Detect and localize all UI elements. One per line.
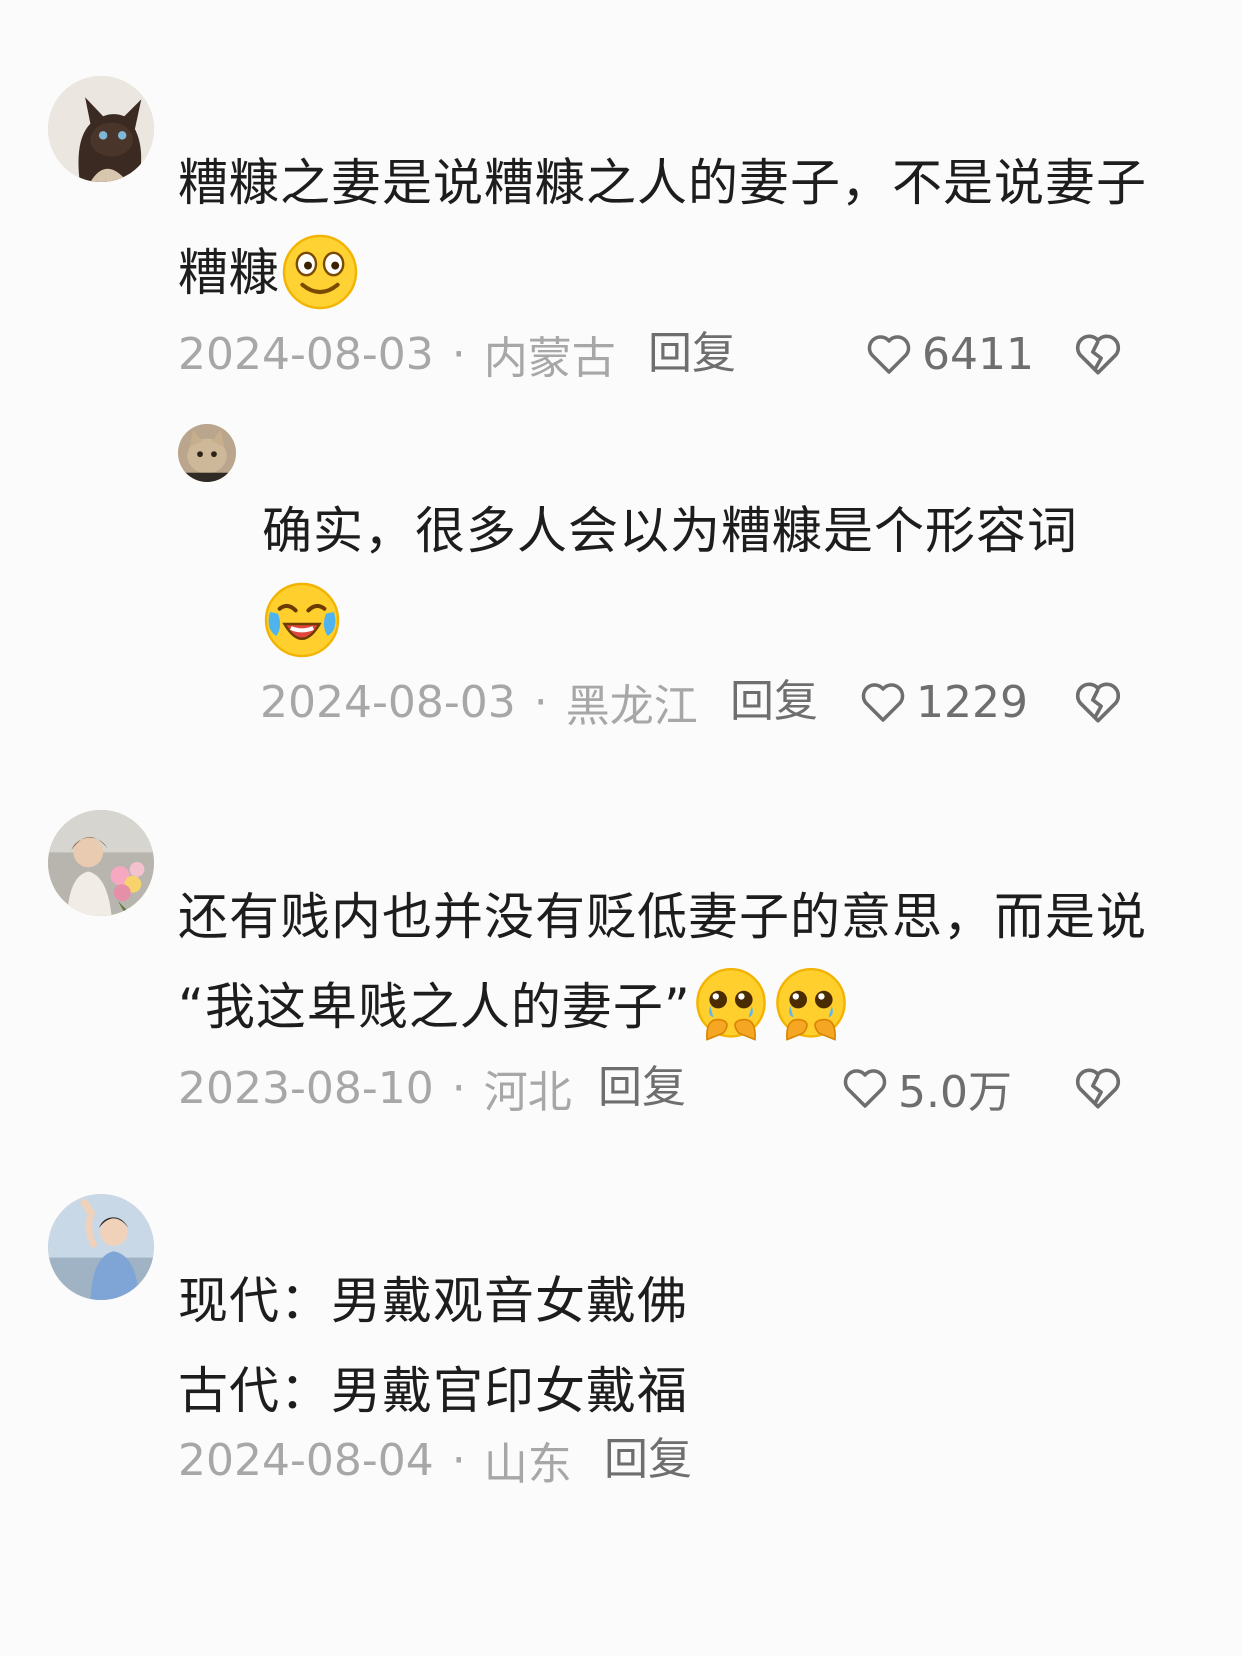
comment-meta: 2023-08-10 · 河北 — [178, 1058, 572, 1119]
comment-line: “我这卑贱之人的妻子” — [178, 962, 1147, 1052]
like-button[interactable]: 1229 — [858, 672, 1028, 732]
like-count: 5.0万 — [898, 1067, 1012, 1118]
comment-line — [262, 576, 1078, 666]
broken-heart-icon — [1075, 1068, 1121, 1109]
comment-line: 古代：男戴官印女戴福 — [178, 1362, 688, 1420]
comment-date: 2024-08-04 — [178, 1434, 434, 1486]
broken-heart-icon — [1075, 682, 1121, 723]
comment-date: 2024-08-03 — [178, 328, 434, 380]
person-photo-avatar-icon — [48, 1194, 154, 1300]
comment-location: 山东 — [483, 1439, 572, 1490]
siamese-cat-avatar-icon — [48, 76, 154, 182]
pleading-face-emoji-icon — [771, 966, 851, 1046]
comment-line: 糟糠之妻是说糟糠之人的妻子，不是说妻子 — [178, 154, 1147, 212]
avatar[interactable] — [48, 810, 154, 916]
heart-icon — [843, 1069, 887, 1108]
heart-icon — [861, 683, 905, 722]
comment-line: 确实，很多人会以为糟糠是个形容词 — [262, 502, 1078, 560]
comment-meta: 2024-08-04 · 山东 — [178, 1430, 572, 1491]
laughing-crying-emoji-icon — [262, 580, 342, 660]
reply-button[interactable]: 回复 — [648, 324, 736, 384]
reply-button[interactable]: 回复 — [598, 1058, 686, 1118]
like-button[interactable]: 5.0万 — [840, 1058, 1012, 1118]
comment-text: 糟糠之妻是说糟糠之人的妻子，不是说妻子 糟糠 — [178, 138, 1147, 318]
comment-location: 河北 — [483, 1067, 572, 1118]
comment-line-text: “我这卑贱之人的妻子” — [178, 978, 691, 1036]
kitten-avatar-icon — [178, 424, 236, 482]
reply-button[interactable]: 回复 — [604, 1430, 692, 1490]
comment-line: 还有贱内也并没有贬低妻子的意思，而是说 — [178, 888, 1147, 946]
meta-separator: · — [451, 1062, 466, 1114]
meta-separator: · — [451, 328, 466, 380]
comment-date: 2023-08-10 — [178, 1062, 434, 1114]
comment-text: 确实，很多人会以为糟糠是个形容词 — [262, 486, 1078, 666]
pleading-face-emoji-icon — [691, 966, 771, 1046]
meta-separator: · — [533, 676, 548, 728]
comment-meta: 2024-08-03 · 黑龙江 — [260, 672, 698, 733]
avatar[interactable] — [48, 1194, 154, 1300]
grinning-face-emoji-icon — [280, 232, 360, 312]
like-count: 1229 — [916, 676, 1028, 728]
girl-flowers-avatar-icon — [48, 810, 154, 916]
comment-line-text: 糟糠 — [178, 244, 280, 302]
reply-button[interactable]: 回复 — [730, 672, 818, 732]
like-count: 6411 — [922, 328, 1034, 380]
comment-line: 现代：男戴观音女戴佛 — [178, 1272, 688, 1330]
comment-location: 黑龙江 — [565, 681, 698, 732]
dislike-button[interactable] — [1072, 1062, 1124, 1114]
heart-icon — [867, 335, 911, 374]
avatar[interactable] — [48, 76, 154, 182]
broken-heart-icon — [1075, 334, 1121, 375]
comment-location: 内蒙古 — [483, 333, 616, 384]
like-button[interactable]: 6411 — [864, 324, 1034, 384]
comment-meta: 2024-08-03 · 内蒙古 — [178, 324, 616, 385]
comment-date: 2024-08-03 — [260, 676, 516, 728]
dislike-button[interactable] — [1072, 328, 1124, 380]
dislike-button[interactable] — [1072, 676, 1124, 728]
comment-line: 糟糠 — [178, 228, 1147, 318]
meta-separator: · — [451, 1434, 466, 1486]
comment-text: 还有贱内也并没有贬低妻子的意思，而是说 “我这卑贱之人的妻子” — [178, 872, 1147, 1052]
avatar[interactable] — [178, 424, 236, 482]
comment-text: 现代：男戴观音女戴佛 古代：男戴官印女戴福 — [178, 1256, 688, 1436]
